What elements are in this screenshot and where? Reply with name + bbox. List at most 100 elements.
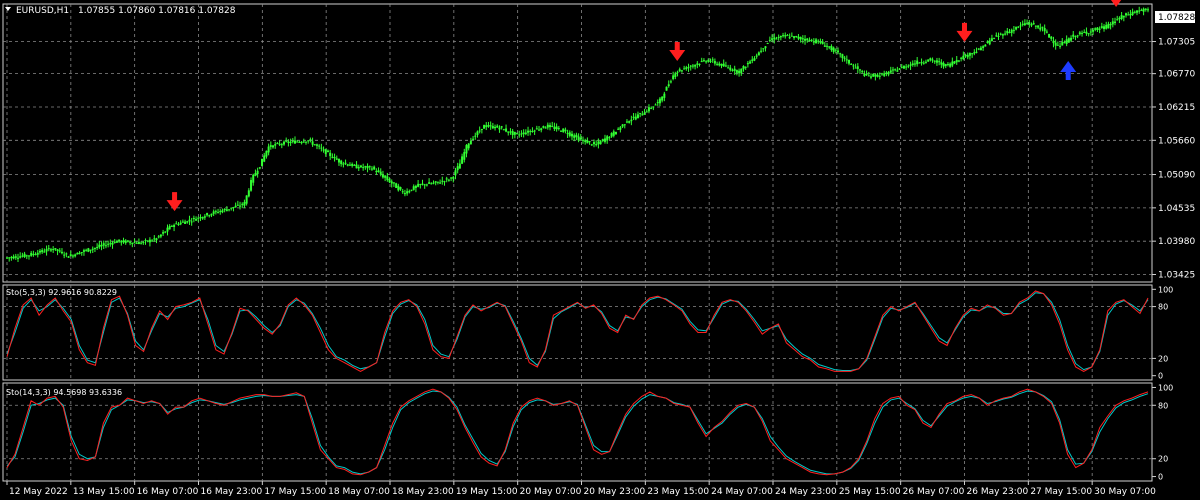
candle-body xyxy=(520,133,523,135)
candle-body xyxy=(656,102,659,104)
candle-body xyxy=(793,36,796,38)
candle-body xyxy=(272,145,275,148)
candle-body xyxy=(1004,33,1007,35)
candle-body xyxy=(636,114,639,119)
candle-body xyxy=(801,38,804,40)
candle-body xyxy=(641,114,644,116)
candle-body xyxy=(118,239,121,242)
candle-body xyxy=(977,48,980,50)
candle-body xyxy=(157,236,160,238)
candle-body xyxy=(652,106,655,108)
candle-body xyxy=(579,137,582,140)
candle-body xyxy=(80,252,83,254)
candle-body xyxy=(727,67,730,69)
candle-body xyxy=(797,36,800,39)
candle-body xyxy=(852,65,855,67)
candle-body xyxy=(698,63,701,65)
candle-body xyxy=(197,217,200,219)
candle-body xyxy=(1034,25,1037,27)
candle-body xyxy=(995,35,998,37)
candle-body xyxy=(414,185,417,188)
candle-body xyxy=(527,130,530,133)
candle-body xyxy=(384,175,387,178)
candle-body xyxy=(744,66,747,68)
candle-body xyxy=(181,221,184,223)
candle-body xyxy=(755,55,758,57)
candle-body xyxy=(124,240,127,244)
y-tick-label: 1.04535 xyxy=(1158,204,1195,214)
candle-body xyxy=(63,254,66,256)
candle-body xyxy=(920,62,923,64)
candle-body xyxy=(355,164,358,169)
candle-body xyxy=(1001,34,1004,36)
candle-body xyxy=(687,67,690,69)
candle-body xyxy=(630,119,633,122)
candle-body xyxy=(38,250,41,253)
candle-body xyxy=(654,104,657,106)
candle-body xyxy=(1072,34,1075,37)
candle-body xyxy=(962,55,965,60)
candle-body xyxy=(597,141,600,145)
candle-body xyxy=(390,181,393,184)
candle-body xyxy=(265,150,268,157)
candle-body xyxy=(707,59,710,62)
candle-body xyxy=(234,205,237,208)
candle-body xyxy=(856,66,859,69)
candle-body xyxy=(247,190,250,197)
candle-body xyxy=(705,61,708,63)
candle-body xyxy=(982,46,985,48)
candle-body xyxy=(342,163,345,165)
candle-body xyxy=(1100,26,1103,28)
candle-body xyxy=(32,253,35,255)
candle-body xyxy=(1039,27,1042,30)
candle-body xyxy=(632,116,635,118)
candle-body xyxy=(135,242,138,244)
candle-body xyxy=(311,141,314,145)
candle-body xyxy=(1052,40,1055,44)
trading-chart[interactable]: 1.07305 1.06770 1.06215 1.05660 1.05090 1.045… xyxy=(0,0,1200,500)
candle-body xyxy=(421,183,424,185)
candle-body xyxy=(777,37,780,39)
candle-body xyxy=(148,239,151,243)
candle-body xyxy=(1010,29,1013,33)
candle-body xyxy=(1133,11,1136,13)
candle-body xyxy=(89,249,92,251)
candle-body xyxy=(509,131,512,133)
candle-body xyxy=(861,71,864,73)
ohlc-values: 1.07855 1.07860 1.07816 1.07828 xyxy=(78,6,236,16)
candle-body xyxy=(865,73,868,75)
candle-body xyxy=(608,137,611,139)
candle-body xyxy=(940,62,943,65)
y-tick-label: 1.07305 xyxy=(1158,38,1195,48)
candle-body xyxy=(711,59,714,61)
candle-body xyxy=(839,53,842,55)
candle-body xyxy=(623,124,626,126)
candle-body xyxy=(911,63,914,66)
candle-body xyxy=(867,75,870,77)
candle-body xyxy=(223,208,226,210)
candle-body xyxy=(445,178,448,180)
candle-body xyxy=(905,66,908,68)
candle-body xyxy=(291,140,294,142)
candle-body xyxy=(243,202,246,206)
candle-body xyxy=(241,203,244,205)
candle-body xyxy=(621,124,624,127)
candle-body xyxy=(924,61,927,63)
candle-body xyxy=(880,73,883,75)
candle-body xyxy=(815,39,818,44)
candle-body xyxy=(91,248,94,250)
candle-body xyxy=(935,60,938,63)
candle-body xyxy=(595,144,598,146)
candle-body xyxy=(133,242,136,244)
candle-body xyxy=(357,167,360,169)
candle-body xyxy=(902,66,905,69)
candle-body xyxy=(439,182,442,184)
candle-body xyxy=(309,139,312,141)
candle-body xyxy=(1063,42,1066,44)
candle-body xyxy=(826,45,829,47)
candle-body xyxy=(366,166,369,169)
candle-body xyxy=(423,184,426,186)
candle-body xyxy=(522,132,525,135)
candle-body xyxy=(401,191,404,193)
candle-body xyxy=(702,60,705,62)
